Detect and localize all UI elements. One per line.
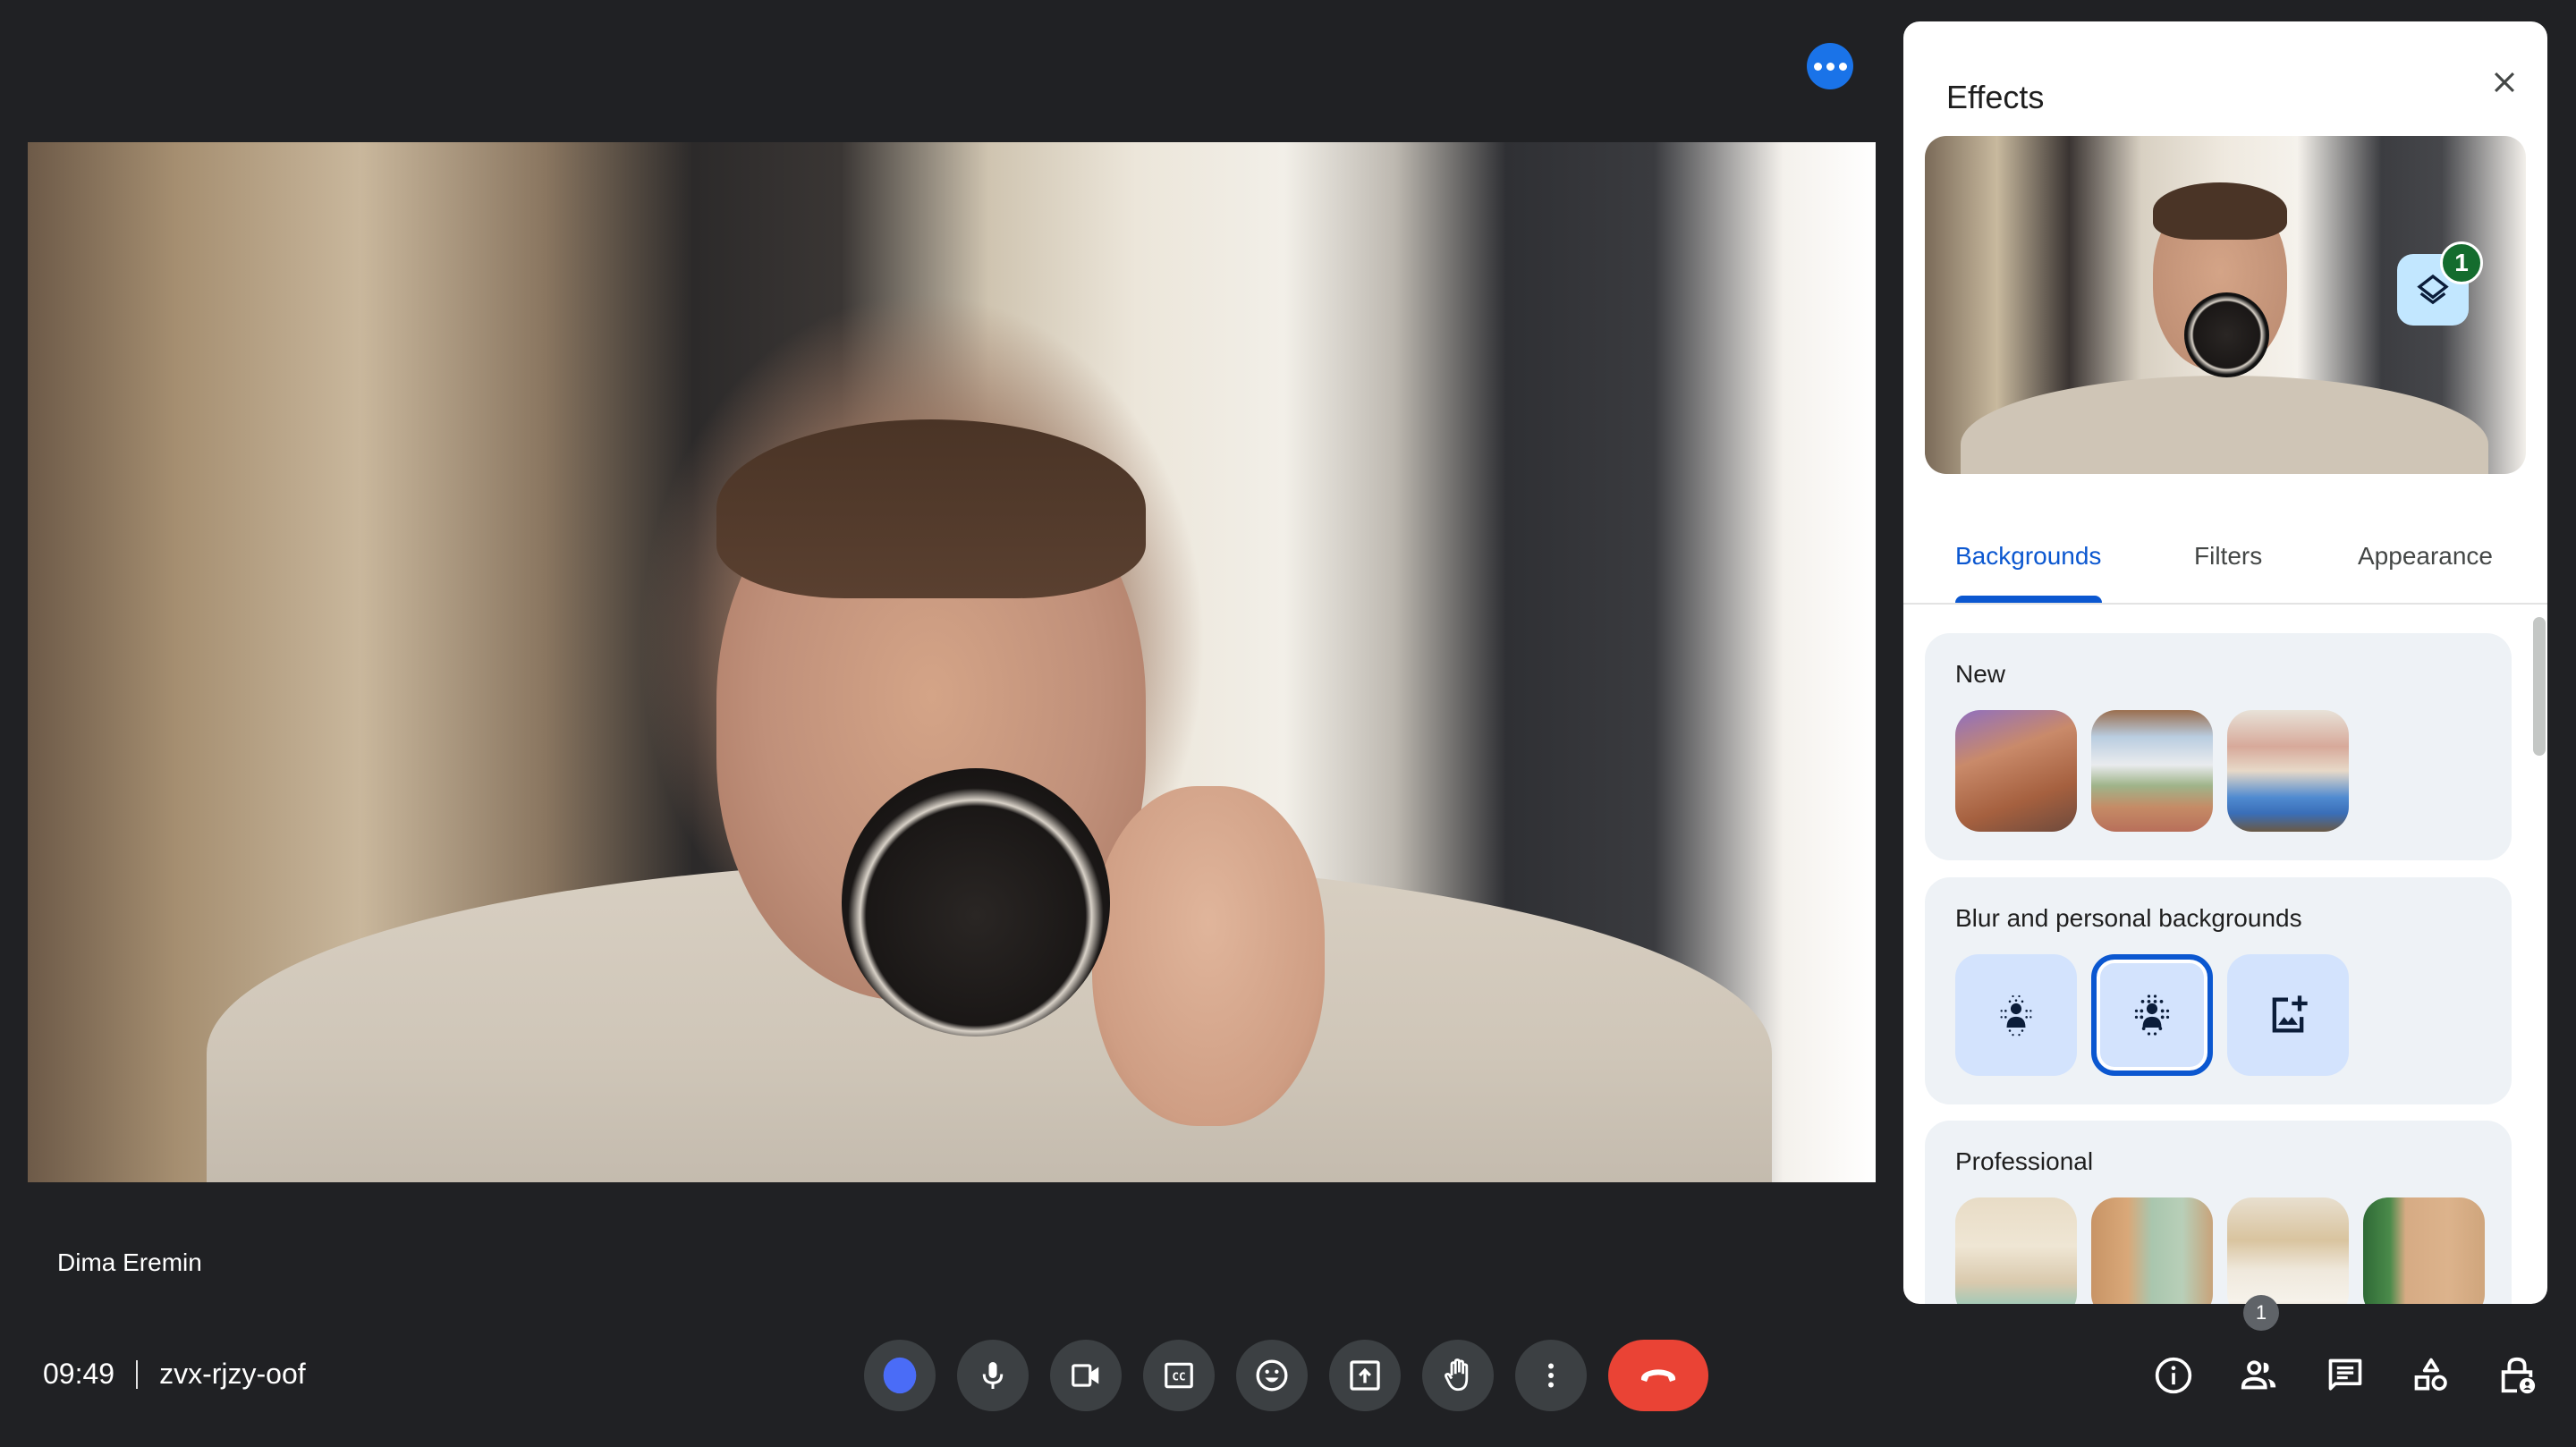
close-icon (2494, 72, 2515, 93)
tab-filters[interactable]: Filters (2194, 542, 2262, 571)
leave-call-button[interactable] (1608, 1340, 1708, 1411)
call-end-icon (1640, 1369, 1676, 1382)
host-controls-button[interactable] (2481, 1340, 2553, 1411)
section-professional: Professional (1925, 1121, 2512, 1304)
participant-count-badge: 1 (2243, 1295, 2279, 1331)
slightly-blur-button[interactable] (1955, 954, 2077, 1076)
participant-name: Dima Eremin (57, 1248, 202, 1276)
video-person-hand (1092, 786, 1325, 1126)
blur-light-icon (2000, 994, 2032, 1037)
effects-tabs: Backgrounds Filters Appearance (1903, 512, 2547, 605)
videocam-icon (1072, 1364, 1099, 1387)
preview-hair (2153, 182, 2287, 240)
scrollbar[interactable] (2533, 617, 2546, 756)
meet-window: Dima Eremin Effects 1 Backgrounds Filter… (0, 0, 2576, 1447)
more-horiz-icon-dot (1838, 62, 1847, 71)
active-tab-indicator (1955, 596, 2102, 603)
blur-strong-icon (2134, 994, 2170, 1036)
section-new: New (1925, 633, 2512, 860)
backgrounds-list: New Blur and personal backgrounds Profes… (1903, 606, 2547, 1304)
svg-text:CC: CC (1172, 1370, 1185, 1384)
blur-background-button[interactable] (2091, 954, 2213, 1076)
video-person-hair (716, 419, 1146, 598)
info-icon (2155, 1357, 2192, 1394)
lock-person-icon (2501, 1357, 2536, 1394)
present-screen-icon (1350, 1360, 1380, 1391)
meeting-time: 09:49 (43, 1358, 115, 1390)
more-horiz-icon-dot (1826, 62, 1835, 71)
camera-button[interactable] (1050, 1340, 1122, 1411)
closed-caption-icon: CC (1165, 1362, 1193, 1389)
applied-effects-badge: 1 (2440, 241, 2483, 284)
meeting-info: 09:49 zvx-rjzy-oof (43, 1358, 306, 1391)
captions-button[interactable]: CC (1143, 1340, 1215, 1411)
section-title: Professional (1955, 1147, 2094, 1175)
more-options-menu-button[interactable] (1515, 1340, 1587, 1411)
background-thumb-terrace-taj-mahal[interactable] (2091, 710, 2213, 832)
background-thumb-green-room[interactable] (2091, 1197, 2213, 1304)
background-thumb-wooden-wall[interactable] (2363, 1197, 2485, 1304)
companion-mode-button[interactable] (864, 1340, 936, 1411)
hand-icon (1445, 1358, 1469, 1392)
section-title: Blur and personal backgrounds (1955, 904, 2302, 932)
more-options-button[interactable] (1807, 43, 1853, 89)
meeting-details-button[interactable] (2138, 1340, 2209, 1411)
section-blur: Blur and personal backgrounds (1925, 877, 2512, 1104)
reactions-button[interactable] (1236, 1340, 1308, 1411)
microphone-button[interactable] (957, 1340, 1029, 1411)
activities-button[interactable] (2395, 1340, 2467, 1411)
present-button[interactable] (1329, 1340, 1401, 1411)
panel-title: Effects (1946, 79, 2045, 115)
tab-appearance[interactable]: Appearance (2358, 542, 2493, 571)
chat-button[interactable] (2309, 1340, 2381, 1411)
call-controls: CC (864, 1340, 1708, 1411)
meeting-code[interactable]: zvx-rjzy-oof (159, 1358, 306, 1391)
tab-backgrounds[interactable]: Backgrounds (1955, 542, 2101, 571)
video-mug (842, 768, 1110, 1037)
upload-background-button[interactable] (2227, 954, 2349, 1076)
background-thumb-bookshelf[interactable] (1955, 1197, 2077, 1304)
people-icon (2241, 1360, 2276, 1390)
emoji-icon (1256, 1359, 1288, 1392)
close-panel-button[interactable] (2479, 57, 2529, 107)
raise-hand-button[interactable] (1422, 1340, 1494, 1411)
circle-icon (883, 1357, 917, 1394)
preview-mug (2184, 292, 2269, 377)
preview-sweater (1961, 376, 2488, 474)
divider (136, 1359, 139, 1389)
section-title: New (1955, 660, 2006, 688)
add-photo-icon (2272, 995, 2308, 1033)
main-video-tile (28, 142, 1876, 1182)
chat-icon (2328, 1358, 2362, 1391)
background-thumb-colorful-living-room[interactable] (2227, 710, 2349, 832)
people-button[interactable]: 1 (2224, 1295, 2295, 1411)
side-controls: 1 (2138, 1295, 2553, 1411)
mic-icon (982, 1362, 1004, 1389)
background-thumb-festive-street[interactable] (1955, 710, 2077, 832)
background-thumb-shelves-plants[interactable] (2227, 1197, 2349, 1304)
shapes-icon (2414, 1358, 2447, 1391)
more-vert-icon (1548, 1363, 1554, 1388)
more-horiz-icon-dot (1813, 62, 1822, 71)
effects-panel: Effects 1 Backgrounds Filters Appearance (1903, 21, 2547, 1304)
